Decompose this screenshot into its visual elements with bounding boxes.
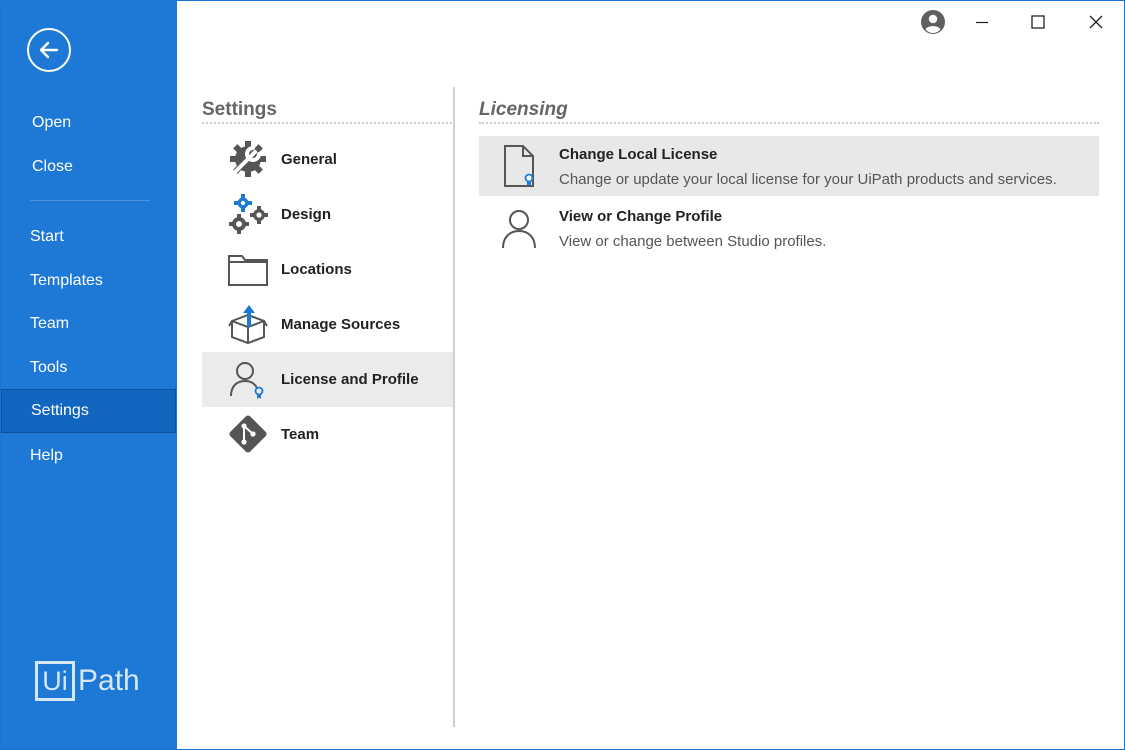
nav-settings[interactable]: Settings xyxy=(1,389,176,433)
package-upload-icon xyxy=(226,302,270,346)
close-icon xyxy=(1089,15,1103,29)
column-divider xyxy=(453,87,455,727)
gears-icon xyxy=(226,192,270,236)
nav-tools[interactable]: Tools xyxy=(1,346,177,390)
nav-close[interactable]: Close xyxy=(1,145,177,189)
nav-start[interactable]: Start xyxy=(1,215,177,259)
user-icon xyxy=(497,206,541,250)
close-window-button[interactable] xyxy=(1081,7,1111,37)
nav-templates[interactable]: Templates xyxy=(1,259,177,303)
licensing-heading: Licensing xyxy=(479,99,568,120)
arrow-left-icon xyxy=(39,41,59,59)
maximize-button[interactable] xyxy=(1023,7,1053,37)
logo-wordmark: Path xyxy=(78,664,140,697)
license-document-icon xyxy=(497,144,541,188)
uipath-logo: Ui Path xyxy=(35,661,140,701)
change-local-license-option[interactable]: Change Local License Change or update yo… xyxy=(479,136,1099,196)
nav-open[interactable]: Open xyxy=(1,101,177,145)
logo-mark: Ui xyxy=(35,661,75,701)
option-title: Change Local License xyxy=(559,146,718,163)
backstage-nav: Open Close Start Templates Team Tools Se… xyxy=(1,1,177,749)
nav-help[interactable]: Help xyxy=(1,434,177,478)
nav-team[interactable]: Team xyxy=(1,302,177,346)
account-button[interactable] xyxy=(918,7,948,37)
licensing-heading-rule xyxy=(479,122,1099,124)
account-icon xyxy=(921,10,945,34)
settings-item-locations[interactable]: Locations xyxy=(202,242,453,297)
settings-item-general[interactable]: General xyxy=(202,132,453,187)
settings-item-team[interactable]: Team xyxy=(202,407,453,462)
option-description: View or change between Studio profiles. xyxy=(559,233,827,250)
minimize-icon xyxy=(976,21,988,24)
settings-heading-rule xyxy=(202,122,452,124)
studio-window: Open Close Start Templates Team Tools Se… xyxy=(0,0,1125,750)
wrench-gear-icon xyxy=(226,137,270,181)
view-or-change-profile-option[interactable]: View or Change Profile View or change be… xyxy=(479,198,1099,258)
settings-heading: Settings xyxy=(202,99,277,120)
back-button[interactable] xyxy=(27,28,71,72)
folder-icon xyxy=(226,247,270,291)
user-license-icon xyxy=(226,357,270,401)
settings-item-design[interactable]: Design xyxy=(202,187,453,242)
option-title: View or Change Profile xyxy=(559,208,723,225)
maximize-icon xyxy=(1031,15,1045,29)
nav-divider xyxy=(30,200,150,201)
settings-item-license-and-profile[interactable]: License and Profile xyxy=(202,352,453,407)
settings-item-manage-sources[interactable]: Manage Sources xyxy=(202,297,453,352)
option-description: Change or update your local license for … xyxy=(559,171,1057,188)
minimize-button[interactable] xyxy=(967,7,997,37)
git-icon xyxy=(226,412,270,456)
